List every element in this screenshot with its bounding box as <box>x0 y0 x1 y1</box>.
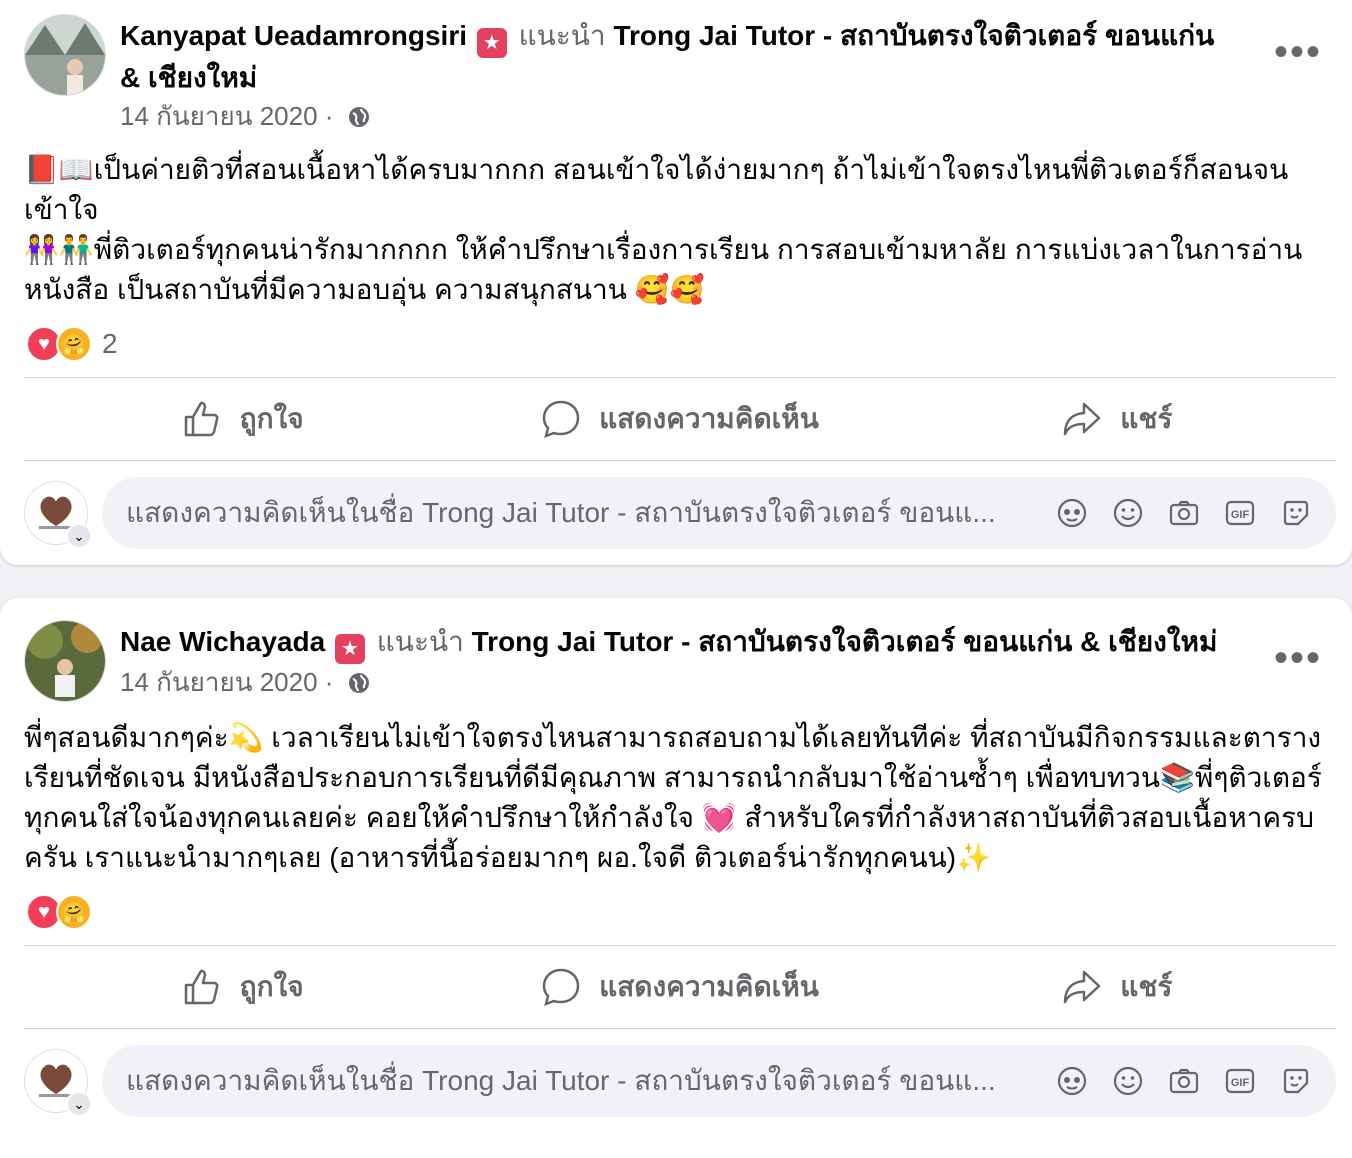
emoji-icon[interactable] <box>1112 497 1144 529</box>
like-label: ถูกใจ <box>239 403 304 434</box>
author-name[interactable]: Kanyapat Ueadamrongsiri <box>120 20 467 51</box>
page-name-link[interactable]: Trong Jai Tutor - สถาบันตรงใจติวเตอร์ ขอ… <box>472 626 1218 657</box>
author-name[interactable]: Nae Wichayada <box>120 626 325 657</box>
share-label: แชร์ <box>1120 971 1173 1002</box>
comment-composer: ⌄ แสดงความคิดเห็นในชื่อ Trong Jai Tutor … <box>24 477 1336 549</box>
camera-icon[interactable] <box>1168 1065 1200 1097</box>
care-reaction-icon: 🤗 <box>56 894 92 930</box>
divider <box>24 460 1336 461</box>
comment-composer: ⌄ แสดงความคิดเห็นในชื่อ Trong Jai Tutor … <box>24 1045 1336 1117</box>
comment-input[interactable]: แสดงความคิดเห็นในชื่อ Trong Jai Tutor - … <box>102 477 1336 549</box>
more-options-button[interactable]: ••• <box>1274 638 1322 678</box>
globe-icon <box>347 102 371 138</box>
chevron-down-icon[interactable]: ⌄ <box>66 523 92 549</box>
gif-icon[interactable]: GIF <box>1224 1065 1256 1097</box>
share-label: แชร์ <box>1120 403 1173 434</box>
reactions-summary[interactable]: ♥ 🤗 <box>26 892 102 932</box>
comment-tools: GIF <box>1056 1065 1312 1097</box>
author-avatar[interactable] <box>24 14 106 96</box>
share-arrow-icon <box>1064 402 1101 436</box>
gif-icon[interactable]: GIF <box>1224 497 1256 529</box>
author-avatar[interactable] <box>24 620 106 702</box>
globe-icon <box>347 668 371 704</box>
emoji-icon[interactable] <box>1112 1065 1144 1097</box>
post-actions: ถูกใจ แสดงความคิดเห็น แชร์ <box>24 380 1336 458</box>
chevron-down-icon[interactable]: ⌄ <box>66 1091 92 1117</box>
divider <box>24 945 1336 946</box>
review-post: Nae Wichayada ★ แนะนำ Trong Jai Tutor - … <box>0 598 1352 1158</box>
post-body: 📕📖เป็นค่ายติวที่สอนเนื้อหาได้ครบมากกก สอ… <box>24 150 1328 310</box>
like-button[interactable]: ถูกใจ <box>24 380 461 458</box>
post-header: Kanyapat Ueadamrongsiri ★ แนะนำ Trong Ja… <box>120 16 1242 98</box>
comment-bubble-icon <box>542 968 580 1007</box>
post-meta: 14 กันยายน 2020 · <box>120 98 371 138</box>
svg-text:GIF: GIF <box>1231 1077 1250 1089</box>
comment-label: แสดงความคิดเห็น <box>599 403 819 434</box>
avatar-sticker-icon[interactable] <box>1056 1065 1088 1097</box>
comment-placeholder: แสดงความคิดเห็นในชื่อ Trong Jai Tutor - … <box>126 497 996 528</box>
sticker-icon[interactable] <box>1280 497 1312 529</box>
post-paragraph: พี่ๆสอนดีมากๆค่ะ💫 เวลาเรียนไม่เข้าใจตรงไ… <box>24 722 1322 873</box>
comment-input[interactable]: แสดงความคิดเห็นในชื่อ Trong Jai Tutor - … <box>102 1045 1336 1117</box>
recommends-label: แนะนำ <box>376 626 464 657</box>
share-arrow-icon <box>1064 970 1101 1004</box>
comment-placeholder: แสดงความคิดเห็นในชื่อ Trong Jai Tutor - … <box>126 1065 996 1096</box>
recommend-star-badge-icon: ★ <box>476 28 507 58</box>
care-reaction-icon: 🤗 <box>56 326 92 362</box>
review-post: Kanyapat Ueadamrongsiri ★ แนะนำ Trong Ja… <box>0 0 1352 565</box>
comment-button[interactable]: แสดงความคิดเห็น <box>461 948 898 1026</box>
post-header: Nae Wichayada ★ แนะนำ Trong Jai Tutor - … <box>120 622 1242 664</box>
comment-label: แสดงความคิดเห็น <box>599 971 819 1002</box>
recommends-label: แนะนำ <box>518 20 606 51</box>
recommend-star-badge-icon: ★ <box>334 634 365 664</box>
comment-button[interactable]: แสดงความคิดเห็น <box>461 380 898 458</box>
svg-text:GIF: GIF <box>1231 509 1250 521</box>
avatar-sticker-icon[interactable] <box>1056 497 1088 529</box>
post-actions: ถูกใจ แสดงความคิดเห็น แชร์ <box>24 948 1336 1026</box>
like-thumb-icon <box>184 401 219 437</box>
post-date[interactable]: 14 กันยายน 2020 · <box>120 101 333 131</box>
post-body: พี่ๆสอนดีมากๆค่ะ💫 เวลาเรียนไม่เข้าใจตรงไ… <box>24 718 1328 878</box>
like-label: ถูกใจ <box>239 971 304 1002</box>
share-button[interactable]: แชร์ <box>899 380 1336 458</box>
post-paragraph: 📕📖เป็นค่ายติวที่สอนเนื้อหาได้ครบมากกก สอ… <box>24 154 1289 225</box>
divider <box>24 1028 1336 1029</box>
post-date[interactable]: 14 กันยายน 2020 · <box>120 667 333 697</box>
like-button[interactable]: ถูกใจ <box>24 948 461 1026</box>
sticker-icon[interactable] <box>1280 1065 1312 1097</box>
post-paragraph: 👭👬พี่ติวเตอร์ทุกคนน่ารักมากกกก ให้คำปรึก… <box>24 234 1303 305</box>
camera-icon[interactable] <box>1168 497 1200 529</box>
post-meta: 14 กันยายน 2020 · <box>120 664 371 704</box>
share-button[interactable]: แชร์ <box>899 948 1336 1026</box>
reaction-count: 2 <box>102 328 118 359</box>
reactions-summary[interactable]: ♥ 🤗 2 <box>26 324 118 364</box>
comment-bubble-icon <box>542 400 580 439</box>
more-options-button[interactable]: ••• <box>1274 32 1322 72</box>
comment-tools: GIF <box>1056 497 1312 529</box>
divider <box>24 377 1336 378</box>
like-thumb-icon <box>184 969 219 1005</box>
